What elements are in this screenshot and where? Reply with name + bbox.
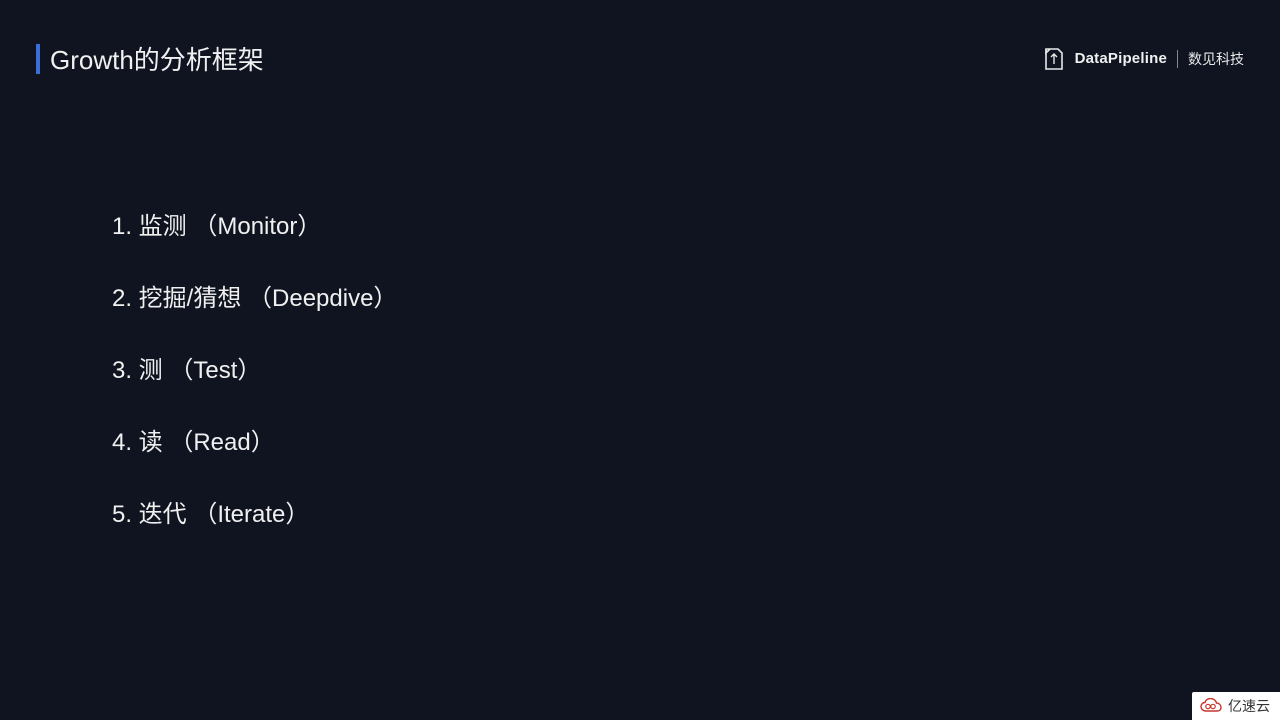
brand-name-cn: 数见科技 bbox=[1188, 49, 1244, 69]
logo-divider bbox=[1177, 50, 1178, 68]
slide-header: Growth的分析框架 DataPipeline 数见科技 bbox=[36, 40, 1244, 77]
list-item: 1. 监测 （Monitor） bbox=[112, 206, 397, 241]
title-accent-bar bbox=[36, 44, 40, 74]
content-list: 1. 监测 （Monitor） 2. 挖掘/猜想 （Deepdive） 3. 测… bbox=[112, 206, 397, 566]
list-item: 3. 测 （Test） bbox=[112, 350, 397, 385]
yisu-cloud-icon bbox=[1200, 698, 1222, 714]
datapipeline-logo-icon bbox=[1043, 46, 1065, 72]
list-item: 5. 迭代 （Iterate） bbox=[112, 494, 397, 529]
brand-logo-area: DataPipeline 数见科技 bbox=[1043, 46, 1244, 72]
watermark: 亿速云 bbox=[1192, 692, 1280, 720]
list-item: 4. 读 （Read） bbox=[112, 422, 397, 457]
watermark-text: 亿速云 bbox=[1228, 696, 1270, 716]
brand-name: DataPipeline bbox=[1075, 50, 1167, 67]
list-item: 2. 挖掘/猜想 （Deepdive） bbox=[112, 278, 397, 313]
slide-title: Growth的分析框架 bbox=[50, 40, 264, 77]
title-wrap: Growth的分析框架 bbox=[36, 40, 264, 77]
